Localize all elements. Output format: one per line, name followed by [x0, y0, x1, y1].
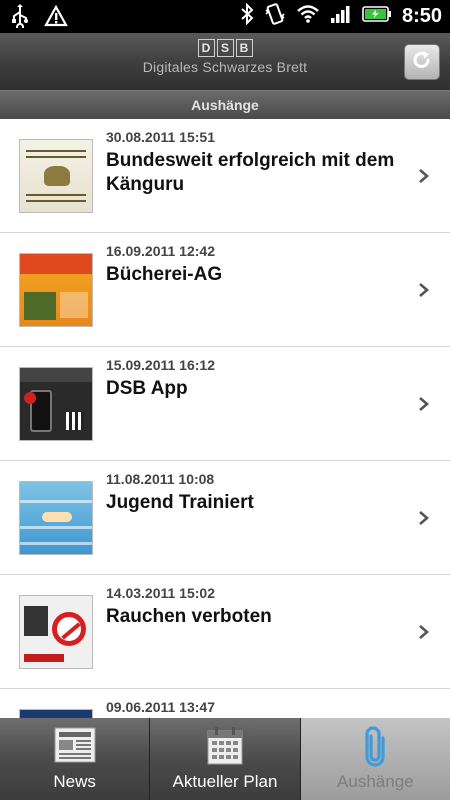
calendar-icon	[206, 726, 244, 771]
item-title: Bücherei-AG	[106, 264, 223, 285]
item-title: Jugend Trainiert	[106, 492, 254, 513]
newspaper-icon	[53, 726, 97, 769]
app-logo: D S B Digitales Schwarzes Brett	[0, 39, 450, 75]
warning-icon	[44, 4, 68, 34]
list-item[interactable]: 16.09.2011 12:42 Bücherei-AG	[0, 233, 450, 347]
logo-letter: B	[235, 39, 253, 57]
item-title: Rauchen verboten	[106, 606, 272, 627]
tab-label: Aushänge	[337, 772, 414, 791]
tab-label: Aktueller Plan	[172, 772, 278, 791]
wifi-icon	[296, 4, 320, 29]
tab-bar: News Aktueller Plan Aushänge	[0, 718, 450, 800]
paperclip-icon	[362, 726, 388, 773]
item-title: DSB App	[106, 378, 188, 399]
item-thumbnail	[19, 595, 93, 669]
refresh-icon	[411, 49, 433, 76]
list-item[interactable]: 11.08.2011 10:08 Jugend Trainiert	[0, 461, 450, 575]
usb-icon	[10, 4, 30, 35]
chevron-right-icon	[418, 282, 430, 298]
app-header: D S B Digitales Schwarzes Brett	[0, 33, 450, 90]
chevron-right-icon	[418, 510, 430, 526]
item-thumbnail	[19, 367, 93, 441]
status-bar-right: 8:50	[240, 2, 442, 30]
item-date: 14.03.2011 15:02	[106, 585, 215, 601]
chevron-right-icon	[418, 396, 430, 412]
tab-aushaenge[interactable]: Aushänge	[300, 718, 450, 800]
status-bar: 8:50	[0, 0, 450, 33]
item-thumbnail	[19, 709, 93, 718]
refresh-button[interactable]	[404, 44, 440, 80]
status-time: 8:50	[401, 5, 442, 27]
logo-letter: S	[216, 39, 234, 57]
signal-icon	[330, 4, 352, 29]
item-date: 30.08.2011 15:51	[106, 129, 215, 145]
chevron-right-icon	[418, 168, 430, 184]
item-date: 16.09.2011 12:42	[106, 243, 215, 259]
item-thumbnail	[19, 253, 93, 327]
item-title: Bundesweit erfolgreich mit dem Känguru	[106, 150, 395, 195]
item-date: 09.06.2011 13:47	[106, 699, 215, 715]
logo-letter: D	[197, 39, 215, 57]
list-item[interactable]: 14.03.2011 15:02 Rauchen verboten	[0, 575, 450, 689]
tab-label: News	[53, 772, 96, 791]
item-thumbnail	[19, 481, 93, 555]
battery-icon	[362, 5, 392, 28]
app-subtitle: Digitales Schwarzes Brett	[142, 59, 308, 75]
chevron-right-icon	[418, 624, 430, 640]
tab-news[interactable]: News	[0, 718, 151, 800]
notice-list: 30.08.2011 15:51 Bundesweit erfolgreich …	[0, 119, 450, 718]
bluetooth-icon	[240, 2, 254, 30]
tab-aktueller-plan[interactable]: Aktueller Plan	[150, 718, 301, 800]
section-title: Aushänge	[0, 90, 450, 119]
item-date: 11.08.2011 10:08	[106, 471, 215, 487]
list-item[interactable]: 30.08.2011 15:51 Bundesweit erfolgreich …	[0, 119, 450, 233]
status-bar-left	[10, 4, 68, 35]
item-thumbnail	[19, 139, 93, 213]
list-item[interactable]: 09.06.2011 13:47	[0, 689, 450, 718]
item-date: 15.09.2011 16:12	[106, 357, 215, 373]
vibrate-icon	[264, 3, 286, 30]
list-item[interactable]: 15.09.2011 16:12 DSB App	[0, 347, 450, 461]
